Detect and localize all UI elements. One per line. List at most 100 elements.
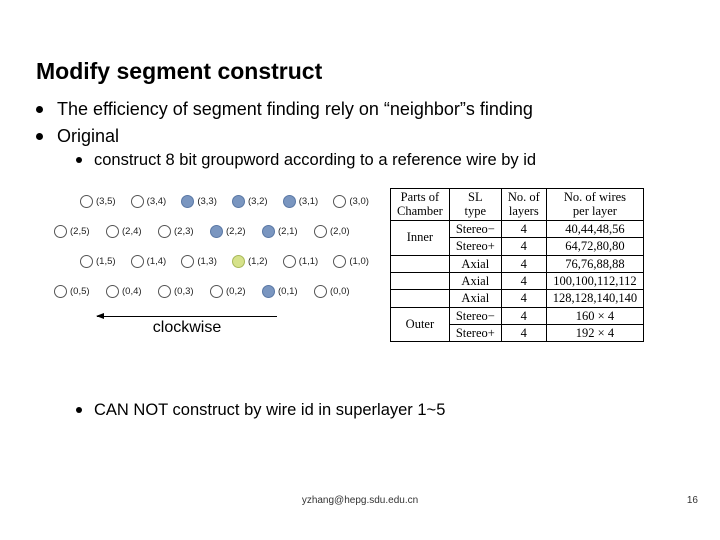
footer-email: yzhang@hepg.sdu.edu.cn (0, 495, 720, 506)
grid-cell: (1,1) (283, 255, 334, 268)
wire-circle-icon (210, 225, 223, 238)
wire-circle-icon (54, 225, 67, 238)
table-cell (391, 272, 450, 289)
wire-circle-icon (333, 255, 346, 268)
table-cell: Outer (391, 307, 450, 342)
sub-bullet: construct 8 bit groupword according to a… (76, 150, 686, 171)
grid-cell: (1,3) (181, 255, 232, 268)
table-cell: 4 (501, 325, 546, 342)
wire-circle-icon (314, 225, 327, 238)
table-cell: 76,76,88,88 (546, 255, 643, 272)
bullet-dot-icon (36, 106, 43, 113)
table-header: No. of layers (501, 189, 546, 221)
grid-cell: (1,2) (232, 255, 283, 268)
coord-label: (2,1) (278, 226, 298, 237)
grid-cell: (0,5) (54, 285, 106, 298)
table-row: Axial4128,128,140,140 (391, 290, 644, 307)
bullet-dot-icon (76, 407, 82, 413)
table-header: No. of wires per layer (546, 189, 643, 221)
bullet-dot-icon (76, 157, 82, 163)
coord-label: (0,4) (122, 286, 142, 297)
grid-cell: (2,2) (210, 225, 262, 238)
grid-cell: (1,5) (80, 255, 131, 268)
coord-label: (0,3) (174, 286, 194, 297)
grid-cell: (3,4) (131, 195, 182, 208)
table-cell: Axial (449, 290, 501, 307)
grid-cell: (1,4) (131, 255, 182, 268)
grid-cell: (2,3) (158, 225, 210, 238)
wire-circle-icon (80, 195, 93, 208)
grid-cell: (0,1) (262, 285, 314, 298)
table-cell: Stereo− (449, 307, 501, 324)
grid-row: (1,5) (1,4) (1,3) (1,2) (1,1)(1,0) (80, 246, 384, 276)
table-cell: 4 (501, 290, 546, 307)
sub-bullet: CAN NOT construct by wire id in superlay… (76, 400, 686, 421)
wire-circle-icon (232, 255, 245, 268)
coord-label: (0,1) (278, 286, 298, 297)
bullet-text: The efficiency of segment finding rely o… (57, 98, 533, 121)
clockwise-label: clockwise (92, 319, 282, 337)
coord-label: (0,0) (330, 286, 350, 297)
table-cell: 4 (501, 272, 546, 289)
table-cell: Inner (391, 220, 450, 255)
clockwise-indicator: clockwise (92, 316, 282, 337)
page-number: 16 (687, 495, 698, 506)
table-cell: Stereo− (449, 220, 501, 237)
table-cell: Stereo+ (449, 238, 501, 255)
grid-cell: (0,4) (106, 285, 158, 298)
wire-circle-icon (262, 285, 275, 298)
table-cell: Stereo+ (449, 325, 501, 342)
table-row: OuterStereo−4160 × 4 (391, 307, 644, 324)
bullet-item: The efficiency of segment finding rely o… (36, 98, 676, 121)
coord-label: (3,0) (349, 196, 369, 207)
table-header: Parts of Chamber (391, 189, 450, 221)
wire-circle-icon (314, 285, 327, 298)
grid-cell: (2,5) (54, 225, 106, 238)
grid-cell: (0,3) (158, 285, 210, 298)
table-cell: Axial (449, 255, 501, 272)
coord-label: (2,4) (122, 226, 142, 237)
coord-label: (2,5) (70, 226, 90, 237)
grid-cell: (1,0) (333, 255, 384, 268)
grid-cell: (3,1) (283, 195, 334, 208)
grid-row: (0,5) (0,4) (0,3) (0,2) (0,1) (0,0) (54, 276, 384, 306)
coord-label: (2,0) (330, 226, 350, 237)
coord-label: (2,3) (174, 226, 194, 237)
table-cell (391, 255, 450, 272)
bullet-item: Original (36, 125, 676, 148)
coord-label: (3,3) (197, 196, 217, 207)
table-row: InnerStereo−440,44,48,56 (391, 220, 644, 237)
table-cell: 64,72,80,80 (546, 238, 643, 255)
grid-cell: (0,0) (314, 285, 366, 298)
wire-circle-icon (131, 195, 144, 208)
grid-cell: (2,1) (262, 225, 314, 238)
wire-circle-icon (158, 285, 171, 298)
wire-circle-icon (283, 195, 296, 208)
wire-circle-icon (210, 285, 223, 298)
table-row: Axial476,76,88,88 (391, 255, 644, 272)
coord-label: (0,2) (226, 286, 246, 297)
grid-row: (3,5) (3,4) (3,3) (3,2) (3,1) (3,0) (80, 186, 384, 216)
coord-label: (1,3) (197, 256, 217, 267)
wire-circle-icon (106, 285, 119, 298)
coord-label: (1,2) (248, 256, 268, 267)
grid-row: (2,5) (2,4) (2,3) (2,2) (2,1) (2,0) (54, 216, 384, 246)
wire-circle-icon (283, 255, 296, 268)
grid-cell: (3,0) (333, 195, 384, 208)
wire-circle-icon (232, 195, 245, 208)
grid-cell: (0,2) (210, 285, 262, 298)
wire-circle-icon (158, 225, 171, 238)
table-cell: 128,128,140,140 (546, 290, 643, 307)
grid-cell: (3,3) (181, 195, 232, 208)
coord-label: (2,2) (226, 226, 246, 237)
coord-label: (3,2) (248, 196, 268, 207)
wire-circle-icon (181, 255, 194, 268)
coord-label: (3,1) (299, 196, 319, 207)
slide-title: Modify segment construct (36, 58, 322, 85)
coord-label: (0,5) (70, 286, 90, 297)
coord-label: (3,4) (147, 196, 167, 207)
bullet-text: Original (57, 125, 119, 148)
coord-label: (1,4) (147, 256, 167, 267)
grid-cell: (3,5) (80, 195, 131, 208)
wire-circle-icon (181, 195, 194, 208)
